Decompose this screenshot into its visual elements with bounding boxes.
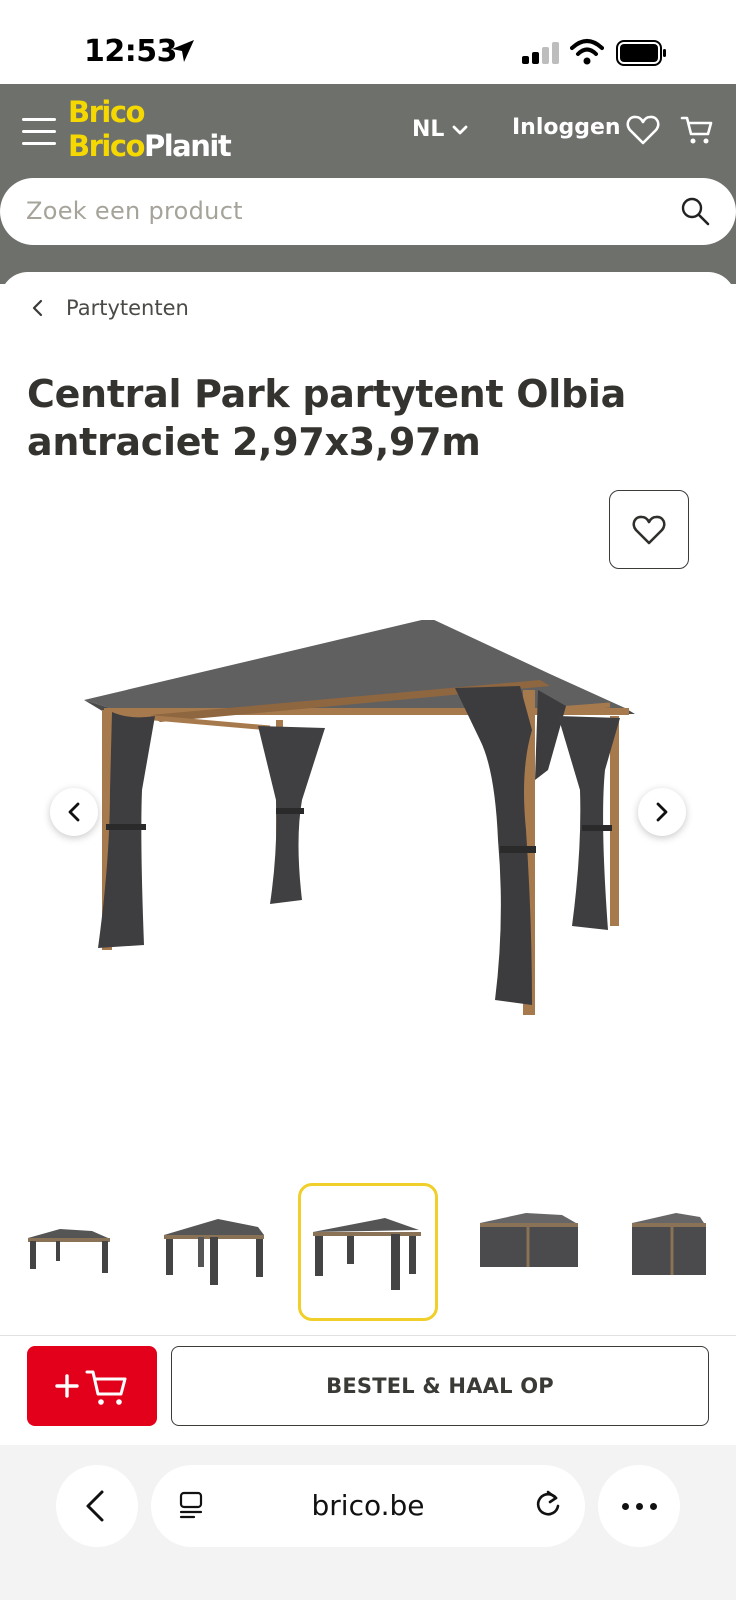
- thumbnail-2-image: [164, 1219, 264, 1285]
- login-link[interactable]: Inloggen: [512, 115, 621, 140]
- carousel-next-button[interactable]: [638, 788, 686, 836]
- status-time: 12:53: [84, 34, 178, 69]
- browser-url: brico.be: [311, 1489, 425, 1522]
- brico-logo[interactable]: Brico BricoPlanit: [68, 96, 258, 164]
- product-image: [84, 620, 635, 1015]
- logo-line-2-a: Brico: [68, 129, 145, 163]
- wifi-icon: [570, 39, 604, 65]
- reload-icon[interactable]: [534, 1488, 562, 1520]
- order-and-pickup-button[interactable]: BESTEL & HAAL OP: [171, 1346, 709, 1426]
- chevron-left-icon: [68, 802, 80, 822]
- breadcrumb-label: Partytenten: [66, 296, 189, 320]
- search-icon[interactable]: [680, 196, 710, 226]
- heart-icon[interactable]: [626, 114, 660, 146]
- status-bar: 12:53: [0, 0, 736, 84]
- language-label: NL: [412, 117, 445, 142]
- browser-back-button[interactable]: [56, 1465, 138, 1547]
- carousel-prev-button[interactable]: [50, 788, 98, 836]
- logo-line-2-b: Planit: [143, 129, 232, 163]
- favorite-button[interactable]: [609, 490, 689, 569]
- thumbnail-5-image: [632, 1213, 706, 1275]
- chevron-left-icon: [32, 299, 43, 317]
- breadcrumb[interactable]: Partytenten: [30, 296, 189, 320]
- location-arrow-icon: [172, 40, 194, 62]
- thumbnail-1-image: [28, 1229, 110, 1273]
- cellular-signal-icon: [522, 42, 559, 64]
- browser-more-button[interactable]: [598, 1465, 680, 1547]
- logo-line-1: Brico: [68, 95, 145, 129]
- add-to-cart-icon: [55, 1370, 127, 1405]
- thumbnail-2[interactable]: [158, 1183, 298, 1321]
- chevron-left-icon: [86, 1490, 104, 1522]
- cart-icon[interactable]: [680, 114, 714, 146]
- product-title: Central Park partytent Olbia antraciet 2…: [27, 372, 626, 464]
- thumbnail-5[interactable]: [606, 1183, 736, 1321]
- thumbnail-1[interactable]: [20, 1183, 160, 1321]
- battery-icon: [616, 40, 666, 66]
- heart-icon: [632, 515, 666, 545]
- add-to-cart-button[interactable]: [27, 1346, 157, 1426]
- chevron-down-icon: [453, 125, 468, 134]
- thumbnail-3-image: [313, 1218, 421, 1290]
- language-selector[interactable]: NL: [412, 117, 468, 142]
- thumbnail-4-image: [480, 1213, 578, 1267]
- search-input[interactable]: Zoek een product: [0, 178, 736, 245]
- search-placeholder: Zoek een product: [26, 197, 243, 225]
- thumbnail-4[interactable]: [466, 1183, 606, 1321]
- logo-line-2: BricoPlanit: [68, 129, 232, 163]
- thumbnail-3[interactable]: [298, 1183, 438, 1321]
- chevron-right-icon: [656, 802, 668, 822]
- menu-icon[interactable]: [22, 118, 56, 146]
